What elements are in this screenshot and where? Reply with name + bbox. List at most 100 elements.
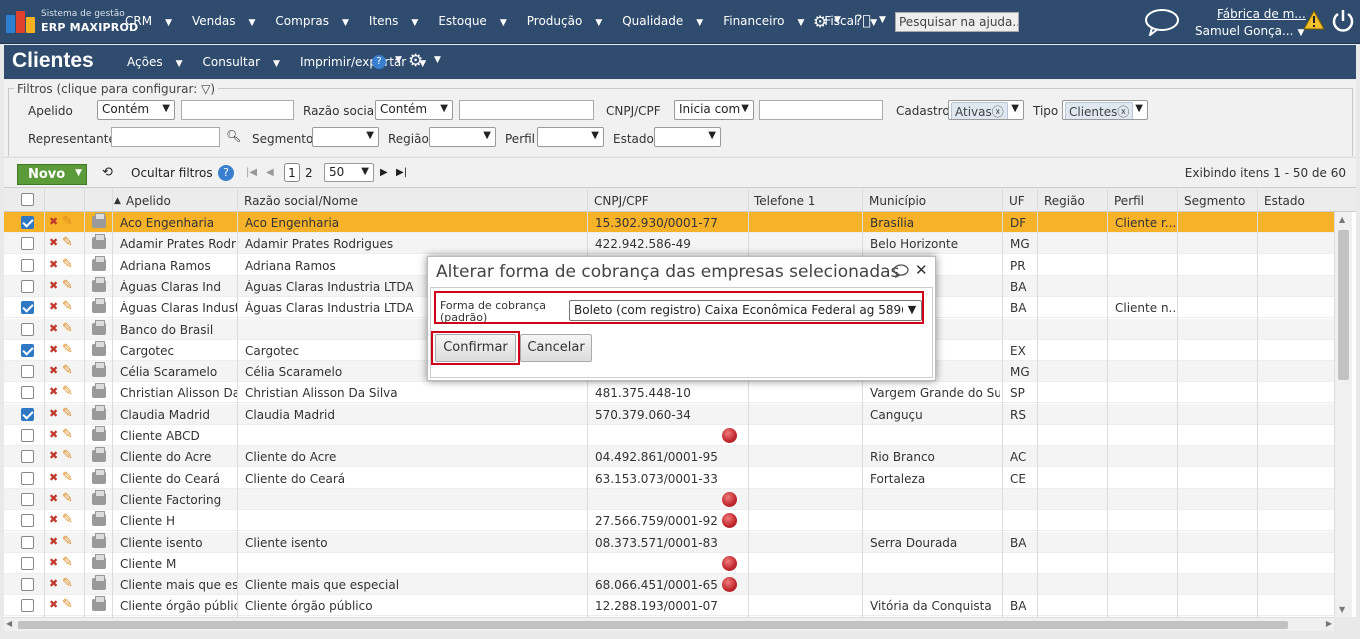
table-row[interactable]: ✖ ✎ Cliente H 27.566.759/0001-92 <box>4 510 1338 532</box>
col-estado[interactable]: Estado <box>1264 194 1305 208</box>
table-row[interactable]: ✖ ✎ Cliente M <box>4 553 1338 574</box>
delete-icon[interactable]: ✖ <box>49 279 58 292</box>
delete-icon[interactable]: ✖ <box>49 449 58 462</box>
delete-icon[interactable]: ✖ <box>49 300 58 313</box>
delete-icon[interactable]: ✖ <box>49 577 58 590</box>
per-page-select[interactable]: 50 ▼ <box>324 163 374 182</box>
edit-pencil-icon[interactable]: ✎ <box>62 534 73 549</box>
col-regiao[interactable]: Região <box>1044 194 1085 208</box>
delete-icon[interactable]: ✖ <box>49 556 58 569</box>
novo-button[interactable]: Novo ▼ <box>17 164 87 185</box>
gear-icon[interactable]: ⚙ <box>408 51 423 71</box>
representante-input[interactable] <box>111 127 220 147</box>
delete-icon[interactable]: ✖ <box>49 236 58 249</box>
print-icon[interactable] <box>92 213 106 228</box>
cadastro-select[interactable]: Ativasⓧ ▼ <box>948 100 1024 120</box>
page-menu-item[interactable]: Ações ▼ <box>127 55 193 69</box>
print-icon[interactable] <box>92 340 106 356</box>
row-checkbox[interactable] <box>21 365 34 379</box>
razao-social-input[interactable] <box>459 100 594 120</box>
scroll-left-icon[interactable]: ◀ <box>6 619 12 628</box>
row-checkbox[interactable] <box>21 322 34 336</box>
table-row[interactable]: ✖ ✎ Cliente órgão público Cliente órgão púb… <box>4 595 1338 617</box>
print-icon[interactable] <box>92 362 106 378</box>
menu-item[interactable]: Itens ▼ <box>369 14 428 28</box>
filter-icon[interactable]: ▽ <box>201 82 210 96</box>
chevron-down-icon[interactable]: ▼ <box>834 15 841 25</box>
comment-icon[interactable] <box>893 264 909 278</box>
menu-item[interactable]: Compras ▼ <box>275 14 359 28</box>
close-icon[interactable]: ✕ <box>915 261 928 279</box>
row-checkbox[interactable] <box>21 535 34 549</box>
row-checkbox[interactable] <box>21 450 34 464</box>
user-menu[interactable]: Samuel Gonça... ▼ <box>1195 24 1304 38</box>
table-row[interactable]: ✖ ✎ Aco Engenharia Aco Engenharia 15.302.930… <box>4 212 1338 233</box>
page-2-button[interactable]: 2 <box>305 166 313 180</box>
row-checkbox[interactable] <box>21 216 34 229</box>
help-icon[interactable]: ? <box>372 55 386 69</box>
razao-operator-select[interactable]: Contém ▼ <box>375 100 453 120</box>
first-page-icon[interactable]: |◀ <box>246 167 257 178</box>
help-icon[interactable]: ?⃝ <box>855 13 871 29</box>
cadastro-tag[interactable]: Ativasⓧ <box>951 102 1008 119</box>
delete-icon[interactable]: ✖ <box>49 471 58 484</box>
menu-item[interactable]: CRM ▼ <box>125 14 182 28</box>
confirm-button[interactable]: Confirmar <box>435 334 516 362</box>
edit-pencil-icon[interactable]: ✎ <box>62 597 73 612</box>
delete-icon[interactable]: ✖ <box>49 385 58 398</box>
select-all-checkbox[interactable] <box>21 193 34 206</box>
edit-pencil-icon[interactable]: ✎ <box>62 235 73 250</box>
edit-pencil-icon[interactable]: ✎ <box>62 342 73 357</box>
vertical-scrollbar[interactable]: ▲ ▼ <box>1334 212 1352 617</box>
edit-pencil-icon[interactable]: ✎ <box>62 576 73 591</box>
menu-item[interactable]: Financeiro ▼ <box>723 14 814 28</box>
segmento-select[interactable]: ▼ <box>312 127 379 147</box>
menu-item[interactable]: Produção ▼ <box>527 14 612 28</box>
print-icon[interactable] <box>92 404 106 420</box>
menu-item[interactable]: Estoque ▼ <box>438 14 516 28</box>
edit-pencil-icon[interactable]: ✎ <box>62 214 73 229</box>
edit-pencil-icon[interactable]: ✎ <box>62 363 73 378</box>
delete-icon[interactable]: ✖ <box>49 428 58 441</box>
menu-item[interactable]: Vendas ▼ <box>192 14 265 28</box>
table-row[interactable]: ✖ ✎ Christian Alisson Da S Christian Alisso… <box>4 382 1338 404</box>
edit-pencil-icon[interactable]: ✎ <box>62 299 73 314</box>
edit-pencil-icon[interactable]: ✎ <box>62 470 73 485</box>
filters-legend[interactable]: Filtros (clique para configurar: ▽) <box>14 82 219 96</box>
cancel-button[interactable]: Cancelar <box>520 334 592 362</box>
row-checkbox[interactable] <box>21 279 34 293</box>
hide-filters-button[interactable]: Ocultar filtros <box>131 166 213 180</box>
row-checkbox[interactable] <box>21 237 34 251</box>
row-checkbox[interactable] <box>21 386 34 400</box>
tipo-select[interactable]: Clientesⓧ ▼ <box>1062 100 1148 120</box>
col-perfil[interactable]: Perfil <box>1114 194 1144 208</box>
maxiprod-logo[interactable] <box>6 9 36 33</box>
edit-pencil-icon[interactable]: ✎ <box>62 427 73 442</box>
edit-pencil-icon[interactable]: ✎ <box>62 491 73 506</box>
chat-icon[interactable] <box>1144 8 1180 36</box>
col-municipio[interactable]: Município <box>869 194 926 208</box>
next-page-icon[interactable]: ▶ <box>380 167 388 178</box>
scroll-thumb[interactable] <box>18 621 1288 629</box>
print-icon[interactable] <box>92 532 106 548</box>
chevron-down-icon[interactable]: ▼ <box>395 55 402 65</box>
print-icon[interactable] <box>92 447 106 463</box>
row-checkbox[interactable] <box>21 471 34 485</box>
chevron-down-icon[interactable]: ▼ <box>879 15 886 25</box>
print-icon[interactable] <box>92 234 106 250</box>
delete-icon[interactable]: ✖ <box>49 598 58 611</box>
print-icon[interactable] <box>92 596 106 612</box>
search-icon[interactable]: 🔍︎ <box>226 129 241 143</box>
company-link[interactable]: Fábrica de m... <box>1217 7 1306 21</box>
print-icon[interactable] <box>92 383 106 399</box>
apelido-input[interactable] <box>181 100 294 120</box>
col-telefone[interactable]: Telefone 1 <box>754 194 815 208</box>
chevron-down-icon[interactable]: ▼ <box>75 168 82 178</box>
col-apelido[interactable]: Apelido <box>126 194 171 208</box>
table-row[interactable]: ✖ ✎ Cliente do Ceará Cliente do Ceará 63.153… <box>4 468 1338 489</box>
row-checkbox[interactable] <box>21 514 34 528</box>
row-checkbox[interactable] <box>21 407 34 421</box>
edit-pencil-icon[interactable]: ✎ <box>62 321 73 336</box>
warning-icon[interactable] <box>1303 10 1325 30</box>
delete-icon[interactable]: ✖ <box>49 343 58 356</box>
